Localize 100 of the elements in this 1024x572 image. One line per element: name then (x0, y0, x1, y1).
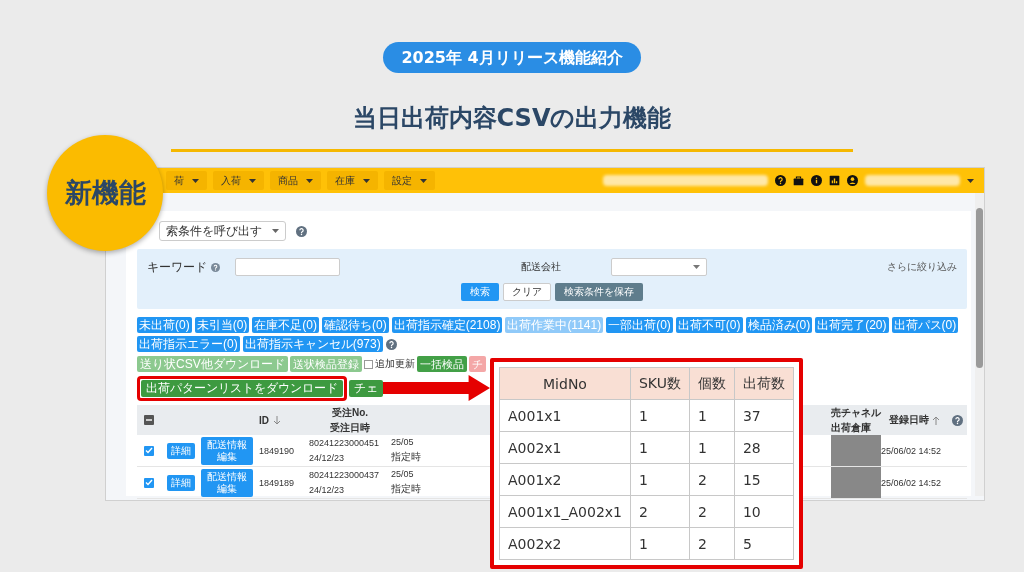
caret-icon (693, 265, 700, 269)
column-header: SKU数 (630, 367, 690, 400)
column-header: 出荷倉庫 (831, 420, 871, 435)
table-cell: 指定時 (391, 450, 421, 465)
help-icon[interactable] (385, 338, 397, 350)
refine-link[interactable]: さらに絞り込み (887, 260, 957, 274)
status-tab[interactable]: 検品済み(0) (745, 317, 813, 333)
edit-delivery-button[interactable]: 配送情報編集 (201, 436, 253, 465)
field-label: 配送会社 (521, 260, 562, 274)
keyword-input[interactable] (235, 258, 340, 276)
table-cell: 25/05 (391, 436, 414, 447)
table-cell: 指定時 (391, 482, 421, 497)
search-panel-button[interactable]: 検索条件を保存 (555, 283, 643, 301)
column-header: 出荷数 (734, 367, 794, 400)
column-header: MidNo (499, 367, 631, 400)
status-tab[interactable]: 出荷指示確定(2108) (391, 317, 503, 333)
caret-icon (363, 178, 370, 183)
edit-delivery-button[interactable]: 配送情報編集 (201, 468, 253, 497)
status-tab[interactable]: 一部出荷(0) (606, 317, 673, 333)
user-icon[interactable] (847, 175, 858, 186)
table-cell: 1 (689, 431, 735, 464)
table-cell: A001x1 (499, 399, 631, 432)
detail-button[interactable]: 詳細 (167, 474, 195, 491)
status-tab[interactable]: 出荷作業中(1141) (505, 317, 604, 333)
feature-badge: 新機能 (47, 135, 163, 251)
sort-down-icon[interactable] (273, 415, 281, 425)
table-cell: 1 (630, 463, 690, 496)
table-cell: 2 (630, 495, 690, 528)
table-cell: 10 (734, 495, 794, 528)
table-cell: 2 (689, 527, 735, 560)
action-button[interactable]: 一括検品 (416, 356, 467, 372)
search-panel-button[interactable]: 検索 (461, 283, 499, 301)
saved-search-dropdown[interactable]: 索条件を呼び出す (159, 221, 286, 241)
nav-menu-button[interactable]: 入荷 (213, 171, 264, 190)
check-button[interactable]: チェ (349, 379, 383, 397)
detail-button[interactable]: 詳細 (167, 442, 195, 459)
column-header[interactable]: ID (259, 414, 269, 426)
checkbox-label: 追加更新 (374, 357, 415, 371)
table-cell: 80241223000437 (309, 469, 380, 480)
status-tab[interactable]: 在庫不足(0) (252, 317, 319, 333)
caret-icon (192, 178, 199, 183)
status-tab[interactable]: 出荷パス(0) (891, 317, 959, 333)
nav-menu-button[interactable]: 設定 (384, 171, 435, 190)
table-cell: 25/06/02 14:52 (881, 477, 942, 488)
table-cell: 15 (734, 463, 794, 496)
caret-icon (272, 229, 279, 233)
status-tab[interactable]: 出荷完了(20) (815, 317, 889, 333)
briefcase-icon[interactable] (793, 175, 804, 186)
table-cell: 1 (689, 399, 735, 432)
help-icon[interactable] (775, 175, 786, 186)
release-pill: 2025年 4月リリース機能紹介 (383, 42, 641, 73)
table-cell: A001x2 (499, 463, 631, 496)
status-tab[interactable]: 出荷指示エラー(0) (137, 336, 240, 352)
caret-icon (420, 178, 427, 183)
sort-up-icon[interactable] (931, 415, 940, 425)
column-header: 受注日時 (330, 420, 370, 435)
table-cell: 80241223000451 (309, 437, 380, 448)
help-icon[interactable] (296, 225, 307, 237)
table-cell: A001x1_A002x1 (499, 495, 631, 528)
nav-menu-button[interactable]: 商品 (270, 171, 321, 190)
redacted-block (831, 435, 881, 466)
table-cell: 1849190 (259, 445, 295, 456)
search-panel-button[interactable]: クリア (503, 283, 551, 301)
status-tab[interactable]: 出荷不可(0) (675, 317, 743, 333)
page-title: 当日出荷内容CSVの出力機能 (352, 103, 672, 133)
column-header: 個数 (689, 367, 735, 400)
table-cell: 24/12/23 (309, 453, 345, 464)
status-tab[interactable]: 未引当(0) (194, 317, 250, 333)
table-cell: 24/12/23 (309, 485, 345, 496)
caret-icon (967, 178, 974, 183)
row-checkbox[interactable] (144, 477, 154, 488)
column-header: 売チャネル (831, 405, 881, 420)
scrollbar-thumb[interactable] (976, 208, 983, 368)
table-cell: 5 (734, 527, 794, 560)
nav-menu-button[interactable]: 在庫 (327, 171, 378, 190)
row-checkbox[interactable] (144, 445, 154, 456)
info-icon[interactable] (811, 175, 822, 186)
status-tab[interactable]: 出荷指示キャンセル(973) (242, 336, 383, 352)
table-cell: 2 (689, 495, 735, 528)
status-tab[interactable]: 確認待ち(0) (322, 317, 389, 333)
table-cell: A002x1 (499, 431, 631, 464)
table-cell: A002x2 (499, 527, 631, 560)
table-cell: 2 (689, 463, 735, 496)
table-cell: 25/06/02 14:52 (881, 445, 942, 456)
caret-icon (249, 178, 256, 183)
table-cell: 1849189 (259, 477, 295, 488)
table-cell: 1 (630, 431, 690, 464)
select-all-checkbox[interactable] (144, 415, 154, 425)
status-tab[interactable]: 未出荷(0) (137, 317, 192, 333)
table-cell: 1 (630, 527, 690, 560)
chart-icon[interactable] (829, 175, 840, 186)
redacted-block (831, 467, 881, 498)
column-header: 受注No. (331, 405, 369, 420)
checkbox[interactable] (363, 359, 373, 369)
nav-menu-button[interactable]: 荷 (166, 171, 207, 190)
table-cell: 25/05 (391, 468, 414, 479)
column-header[interactable]: 登録日時 (888, 413, 929, 427)
table-cell: 1 (630, 399, 690, 432)
download-pattern-button[interactable]: 出荷パターンリストをダウンロード (141, 379, 343, 397)
caret-icon (306, 178, 313, 183)
